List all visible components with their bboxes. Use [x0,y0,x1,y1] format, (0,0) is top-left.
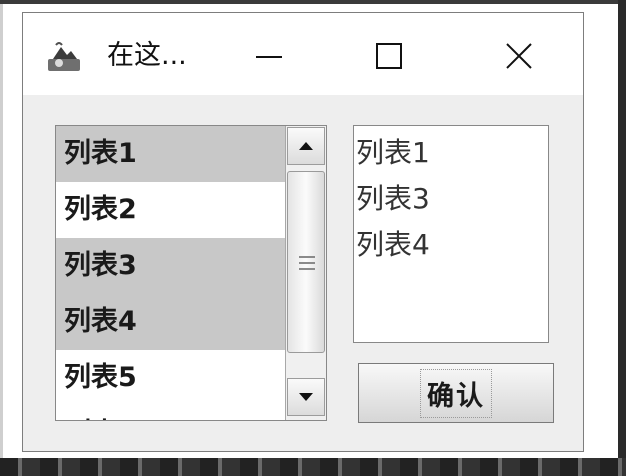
grip-line [299,256,315,258]
confirm-button[interactable]: 确认 [358,363,554,423]
scroll-down-button[interactable] [287,378,325,416]
minimize-button[interactable] [239,31,299,81]
scan-edge-right [618,0,626,476]
confirm-button-label: 确认 [420,368,492,418]
arrow-down-icon [299,393,313,401]
selected-item-line: 列表3 [356,182,430,215]
close-icon [506,43,532,69]
scroll-thumb[interactable] [287,171,325,353]
window-title: 在这... [107,40,187,71]
list-item[interactable]: 列表2 [56,182,285,238]
app-window: 在这... 列表1 列表2 列表3 列表4 列表5 列表6 [22,12,584,452]
multi-select-list[interactable]: 列表1 列表2 列表3 列表4 列表5 列表6 [55,125,327,421]
list-item[interactable]: 列表3 [56,238,285,294]
arrow-up-icon [299,142,313,150]
scan-edge-top [0,0,626,4]
grip-line [299,268,315,270]
selected-item-line: 列表4 [356,228,430,261]
maximize-button[interactable] [359,31,419,81]
list-item[interactable]: 列表6 [56,406,285,420]
minimize-icon [256,56,282,58]
scroll-up-button[interactable] [287,127,325,165]
close-button[interactable] [489,31,549,81]
scan-edge-left [0,0,3,476]
list-item[interactable]: 列表4 [56,294,285,350]
title-bar[interactable]: 在这... [23,13,583,95]
list-item[interactable]: 列表5 [56,350,285,406]
list-scrollbar[interactable] [285,126,326,420]
maximize-icon [376,43,402,69]
java-app-icon [47,41,81,73]
selected-item-line: 列表1 [356,136,430,169]
scan-edge-bottom [0,458,626,476]
list-item[interactable]: 列表1 [56,126,285,182]
grip-line [299,262,315,264]
selected-items-textarea[interactable]: 列表1 列表3 列表4 [353,125,549,343]
content-panel: 列表1 列表2 列表3 列表4 列表5 列表6 [23,95,583,451]
